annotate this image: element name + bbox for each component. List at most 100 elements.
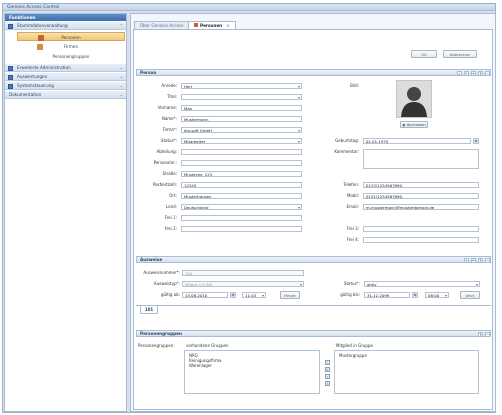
- name-input[interactable]: Mustermann: [181, 116, 302, 122]
- sidebar-sub-firmen[interactable]: Firmen: [17, 42, 125, 51]
- anrede-label: Anrede:: [161, 83, 177, 88]
- gueltig-ab-date-input[interactable]: 15.08.2010: [182, 292, 228, 298]
- calendar-icon[interactable]: ▦: [473, 138, 479, 144]
- personalnr-input[interactable]: [181, 160, 302, 166]
- gueltig-ab-label: gültig ab:: [160, 292, 180, 297]
- frei3-input[interactable]: [363, 226, 479, 232]
- telefon-input[interactable]: 0123/1234567890: [363, 182, 479, 188]
- search-icon[interactable]: ⌕: [457, 70, 462, 76]
- collapse-icon[interactable]: −: [485, 331, 490, 337]
- add-icon[interactable]: +: [471, 70, 476, 76]
- plz-input[interactable]: 12345: [181, 182, 302, 188]
- add-card-icon[interactable]: +: [464, 257, 469, 263]
- mobil-input[interactable]: 0151/1234567890: [363, 193, 479, 199]
- strasse-input[interactable]: Musterstr. 123: [181, 171, 302, 177]
- land-select[interactable]: Deutschland: [181, 204, 302, 210]
- cancel-button[interactable]: Abbrechen: [443, 50, 477, 58]
- content-area: OK Abbrechen Person ⌕ ✎ + ? − Anrede: He…: [133, 29, 493, 410]
- ausweisnummer-label: Ausweisnummer*:: [143, 270, 180, 275]
- email-input[interactable]: m.mustermann@musterdomain.de: [363, 204, 479, 210]
- help-icon[interactable]: ?: [478, 331, 483, 337]
- anrede-select[interactable]: Herr: [181, 83, 302, 89]
- gueltig-bis-date-input[interactable]: 31.12.2099: [364, 292, 410, 298]
- ausweistyp-select[interactable]: Mifare (13,56): [182, 281, 304, 287]
- undo-icon[interactable]: ↶: [471, 257, 476, 263]
- kommentar-label: Kommentar:: [334, 149, 359, 154]
- calendar-icon[interactable]: ▦: [412, 292, 418, 298]
- heute-button[interactable]: Heute: [280, 291, 300, 299]
- sidebar-sub-personen[interactable]: Personen: [17, 32, 125, 41]
- collapse-icon[interactable]: −: [485, 70, 490, 76]
- ok-button[interactable]: OK: [411, 50, 437, 58]
- telefon-label: Telefon:: [343, 182, 359, 187]
- chevron-down-icon[interactable]: ⌄: [119, 91, 123, 99]
- move-all-right-icon[interactable]: »: [325, 367, 330, 372]
- list-item[interactable]: Mustergruppe: [339, 353, 474, 358]
- sidebar-item-label: Stammdatenverwaltung: [17, 23, 68, 28]
- status-select[interactable]: Mitarbeiter: [181, 138, 302, 144]
- frei1-label: Frei 1:: [164, 215, 177, 220]
- move-all-left-icon[interactable]: «: [325, 381, 330, 386]
- frei1-input[interactable]: [181, 215, 302, 221]
- vorname-input[interactable]: Max: [181, 105, 302, 111]
- chevron-down-icon[interactable]: ⌄: [119, 73, 123, 81]
- member-groups-list[interactable]: Mustergruppe: [334, 350, 479, 394]
- titel-select[interactable]: [181, 94, 302, 100]
- upload-photo-button[interactable]: ● Hochladen: [400, 121, 428, 128]
- person-photo: [396, 80, 432, 118]
- move-left-icon[interactable]: ‹: [325, 374, 330, 379]
- sidebar-item-auswertungen[interactable]: Auswertungen ⌄: [5, 73, 126, 81]
- ausweis-status-select[interactable]: aktiv: [364, 281, 480, 287]
- app-window: Genesis Access Control Funktionen Stammd…: [2, 3, 496, 413]
- firma-select[interactable]: ela-soft GmbH: [181, 127, 302, 133]
- sidebar-sub-label: Personen: [61, 35, 81, 40]
- jetzt-button[interactable]: Jetzt: [460, 291, 480, 299]
- sidebar-item-label: Dokumentation: [9, 92, 42, 97]
- sidebar-item-dokumentation[interactable]: Dokumentation ⌄: [5, 91, 126, 99]
- sidebar-sub-personengruppen[interactable]: Personengruppen: [17, 52, 125, 61]
- kommentar-textarea[interactable]: [363, 149, 479, 169]
- sidebar-sub-label: Personengruppen: [52, 54, 90, 59]
- sidebar-header: Funktionen: [5, 14, 126, 21]
- gueltig-bis-time-select[interactable]: 08:00: [425, 292, 449, 298]
- sidebar-item-stammdatenverwaltung[interactable]: Stammdatenverwaltung ⌃: [5, 22, 126, 30]
- folder-icon: [8, 83, 13, 89]
- list-item[interactable]: Warenlager: [189, 363, 315, 368]
- tab-personen[interactable]: Personen ×: [188, 21, 236, 29]
- frei3-label: Frei 3:: [346, 226, 359, 231]
- ort-input[interactable]: Musterhausen: [181, 193, 302, 199]
- email-label: Email:: [346, 204, 359, 209]
- gueltig-ab-time-select[interactable]: 11:03: [242, 292, 266, 298]
- help-icon[interactable]: ?: [478, 70, 483, 76]
- titel-label: Titel:: [167, 94, 177, 99]
- ausweis-card-tab[interactable]: 101: [140, 306, 158, 314]
- available-groups-list[interactable]: NRG Reinigungsfirma Warenlager: [184, 350, 320, 394]
- collapse-icon[interactable]: −: [485, 257, 490, 263]
- frei2-input[interactable]: [181, 226, 302, 232]
- sidebar-item-label: Auswertungen: [17, 74, 48, 79]
- sidebar-item-administration[interactable]: Erweiterte Administration ⌄: [5, 64, 126, 72]
- gueltig-bis-label: gültig bis:: [340, 292, 360, 297]
- geburtstag-input[interactable]: 01.01.1970: [363, 138, 471, 144]
- move-right-icon[interactable]: ›: [325, 360, 330, 365]
- upload-icon: ●: [402, 123, 406, 127]
- edit-icon[interactable]: ✎: [464, 70, 469, 76]
- help-icon[interactable]: ?: [478, 257, 483, 263]
- calendar-icon[interactable]: ▦: [230, 292, 236, 298]
- plz-label: Postleitzahl:: [152, 182, 177, 187]
- sidebar: Funktionen Stammdatenverwaltung ⌃ Person…: [4, 13, 127, 412]
- sidebar-item-systemsteuerung[interactable]: Systemsteuerung ⌄: [5, 82, 126, 90]
- personalnr-label: Personalnr.:: [153, 160, 177, 165]
- close-icon[interactable]: ×: [226, 23, 230, 28]
- member-groups-title: Mitglied in Gruppe: [336, 343, 373, 348]
- abteilung-input[interactable]: [181, 149, 302, 155]
- chevron-up-icon[interactable]: ⌃: [119, 22, 123, 30]
- ausweisnummer-input[interactable]: 101: [182, 270, 304, 276]
- frei4-input[interactable]: [363, 237, 479, 243]
- chevron-down-icon[interactable]: ⌄: [119, 82, 123, 90]
- strasse-label: Straße:: [162, 171, 177, 176]
- status-label: Status*:: [160, 138, 177, 143]
- folder-icon: [8, 23, 13, 29]
- gruppen-section-header: Personengruppen ? −: [136, 330, 491, 337]
- chevron-down-icon[interactable]: ⌄: [119, 64, 123, 72]
